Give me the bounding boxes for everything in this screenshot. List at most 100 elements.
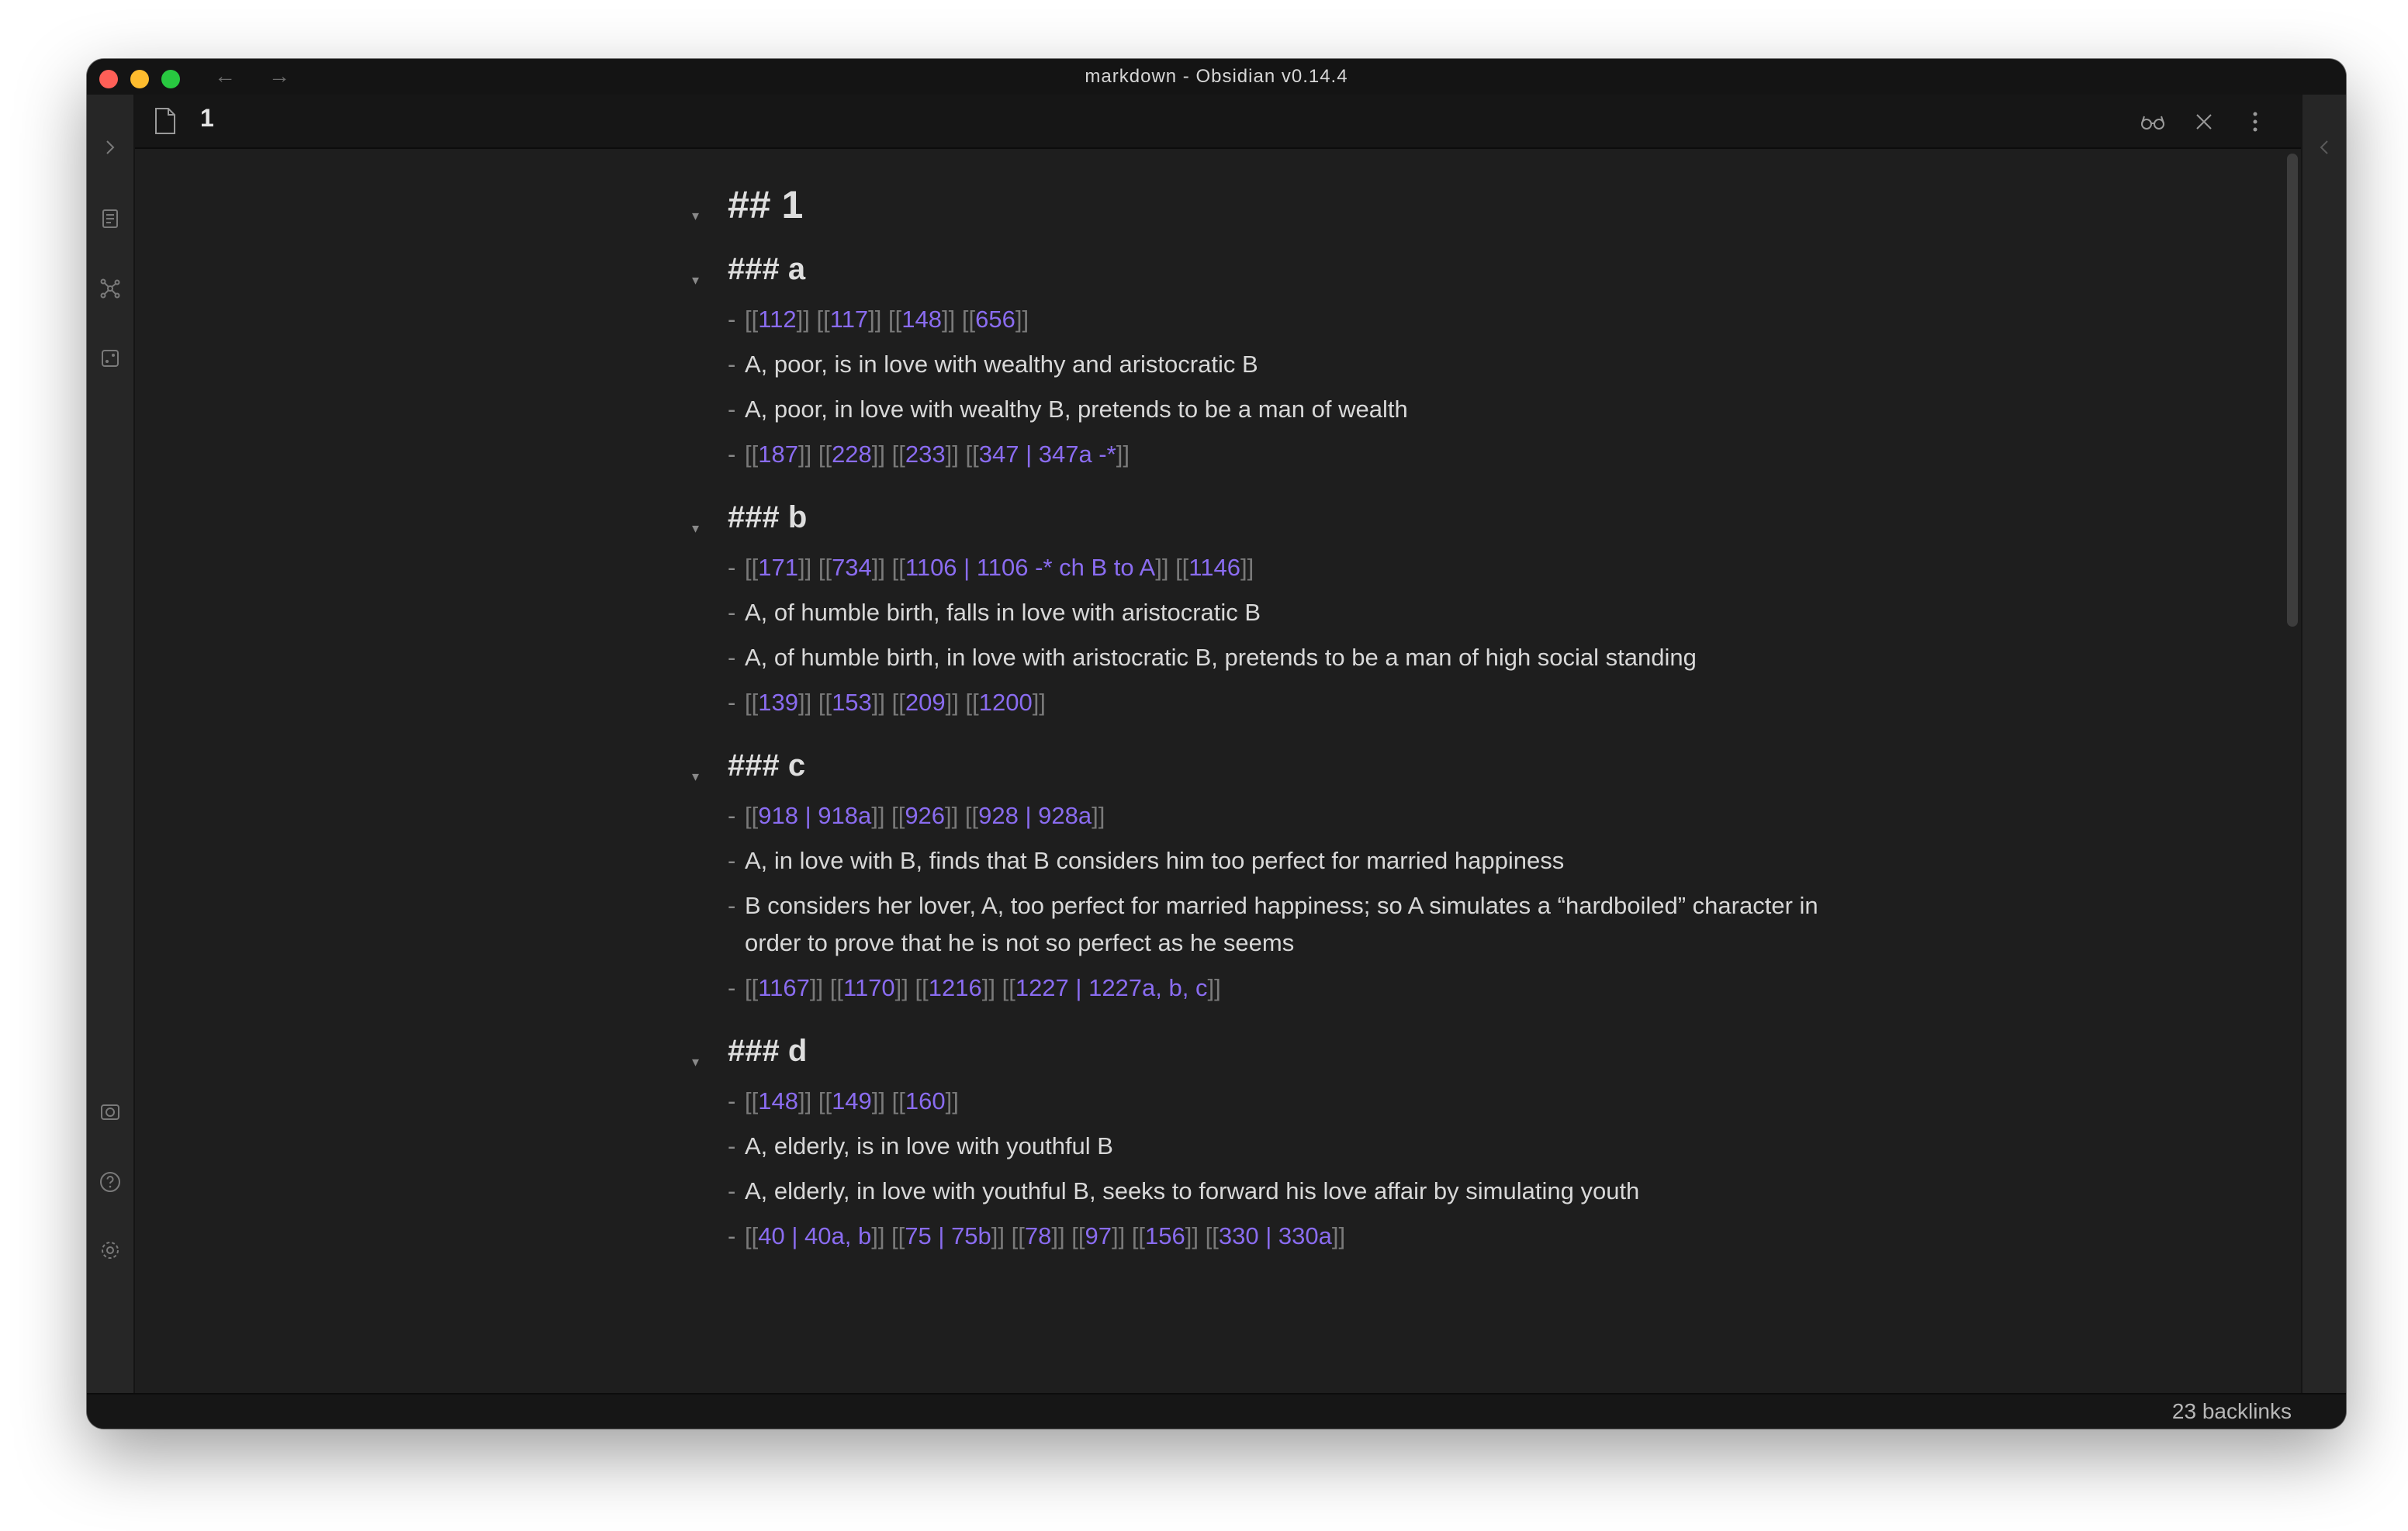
internal-link[interactable]: 734 [832,554,872,581]
link-alias-separator: | [1019,441,1039,468]
bullet-dash: - [728,847,736,874]
link-list-item: - [[187]] [[228]] [[233]] [[347 | 347a -*… [728,436,1845,473]
internal-link-alias[interactable]: 1106 -* ch B to A [977,554,1155,581]
window-title: markdown - Obsidian v0.14.4 [1085,66,1348,87]
internal-link[interactable]: 1167 [758,974,810,1001]
close-icon[interactable] [2191,109,2217,135]
internal-link[interactable]: 40 [758,1222,784,1249]
internal-link-alias[interactable]: 330a [1278,1222,1332,1249]
heading-text: ## 1 [728,183,804,226]
heading-h3: ▾ ### a [692,247,1845,292]
bullet-list: - [[148]] [[149]] [[160]] - A, elderly, is … [728,1083,1845,1255]
internal-link-alias[interactable]: 40a, b [804,1222,871,1249]
heading-h3: ▾ ### d [692,1028,1845,1073]
chevron-left-icon[interactable] [2312,135,2337,160]
internal-link[interactable]: 75 [905,1222,931,1249]
bullet-list: - [[171]] [[734]] [[1106 | 1106 -* ch B t… [728,549,1845,721]
scrollbar[interactable] [2287,154,2298,627]
vault-icon[interactable] [98,1100,123,1125]
graph-view-icon[interactable] [98,276,123,301]
list-item: -B considers her lover, A, too perfect f… [728,887,1845,962]
internal-link[interactable]: 228 [832,441,872,468]
random-note-icon[interactable] [98,346,123,371]
backlinks-count[interactable]: 23 backlinks [2172,1399,2292,1424]
link-alias-separator: | [957,554,977,581]
heading-h2: ▾ ## 1 [692,180,1845,230]
internal-link[interactable]: 171 [758,554,798,581]
internal-link[interactable]: 1146 [1188,554,1240,581]
internal-link[interactable]: 1170 [843,974,895,1001]
bullet-dash: - [728,554,736,581]
internal-link[interactable]: 347 [979,441,1019,468]
internal-link[interactable]: 148 [758,1087,798,1115]
bullet-dash: - [728,441,736,468]
bullet-dash: - [728,1222,736,1249]
link-alias-separator: | [1018,802,1039,829]
internal-link-alias[interactable]: 918a [818,802,871,829]
editor-pane[interactable]: ▾ ## 1 ▾ ### a - [[112]] [[117]] [[148]] [[… [135,149,2301,1394]
bullet-dash: - [728,306,736,333]
internal-link-alias[interactable]: 928a [1038,802,1092,829]
help-icon[interactable] [98,1170,123,1194]
internal-link[interactable]: 139 [758,689,798,716]
chevron-right-icon[interactable] [98,135,123,160]
link-alias-separator: | [797,802,818,829]
internal-link[interactable]: 148 [901,306,942,333]
internal-link[interactable]: 1216 [929,974,982,1001]
fold-arrow-icon[interactable]: ▾ [692,506,699,551]
list-item-text: A, poor, in love with wealthy B, pretend… [745,396,1408,423]
list-item: - A, poor, in love with wealthy B, preten… [728,391,1845,428]
list-item: - A, poor, is in love with wealthy and ar… [728,346,1845,383]
settings-icon[interactable] [98,1238,123,1263]
link-list-item: - [[171]] [[734]] [[1106 | 1106 -* ch B t… [728,549,1845,586]
list-item-text: A, poor, is in love with wealthy and ari… [745,351,1258,378]
internal-link-alias[interactable]: 347a -* [1039,441,1116,468]
internal-link[interactable]: 149 [832,1087,872,1115]
note-title[interactable]: 1 [200,104,214,133]
internal-link[interactable]: 926 [905,802,945,829]
link-alias-separator: | [784,1222,804,1249]
fold-arrow-icon[interactable]: ▾ [692,1039,699,1084]
left-ribbon [87,95,135,1394]
internal-link[interactable]: 187 [758,441,798,468]
internal-link[interactable]: 233 [905,441,946,468]
internal-link[interactable]: 928 [978,802,1019,829]
fold-arrow-icon[interactable]: ▾ [692,754,699,799]
list-item-text: A, elderly, in love with youthful B, see… [745,1177,1640,1204]
fold-arrow-icon[interactable]: ▾ [692,257,699,302]
internal-link[interactable]: 1200 [979,689,1033,716]
heading-text: ### c [728,748,806,783]
bullet-dash: - [728,802,736,829]
files-icon[interactable] [98,206,123,231]
list-item-text: B considers her lover, A, too perfect fo… [745,892,1818,956]
file-icon [154,107,177,135]
internal-link[interactable]: 112 [758,306,796,333]
bullet-dash: - [728,1132,736,1159]
bullet-dash: - [728,689,736,716]
link-alias-separator: | [1258,1222,1278,1249]
internal-link[interactable]: 78 [1025,1222,1051,1249]
internal-link[interactable]: 156 [1145,1222,1185,1249]
list-item: - A, elderly, in love with youthful B, se… [728,1173,1845,1210]
internal-link[interactable]: 330 [1219,1222,1259,1249]
fold-arrow-icon[interactable]: ▾ [692,191,699,240]
internal-link[interactable]: 97 [1085,1222,1111,1249]
internal-link[interactable]: 153 [832,689,872,716]
internal-link[interactable]: 918 [758,802,798,829]
reading-view-icon[interactable] [2140,109,2166,135]
right-sidebar-strip [2301,95,2346,1394]
internal-link-alias[interactable]: 1227a, b, c [1088,974,1207,1001]
link-alias-separator: | [931,1222,952,1249]
internal-link[interactable]: 1227 [1015,974,1069,1001]
list-item: - A, of humble birth, in love with aristo… [728,639,1845,676]
internal-link[interactable]: 117 [830,306,868,333]
bullet-list: - [[112]] [[117]] [[148]] [[656]] - A, poor… [728,301,1845,473]
internal-link[interactable]: 160 [905,1087,946,1115]
internal-link[interactable]: 656 [975,306,1015,333]
internal-link-alias[interactable]: 75b [951,1222,991,1249]
more-options-icon[interactable] [2242,109,2268,135]
internal-link[interactable]: 209 [905,689,946,716]
internal-link[interactable]: 1106 [905,554,957,581]
note-content: ▾ ## 1 ▾ ### a - [[112]] [[117]] [[148]] [[… [692,180,1845,1263]
heading-h3: ▾ ### b [692,495,1845,540]
